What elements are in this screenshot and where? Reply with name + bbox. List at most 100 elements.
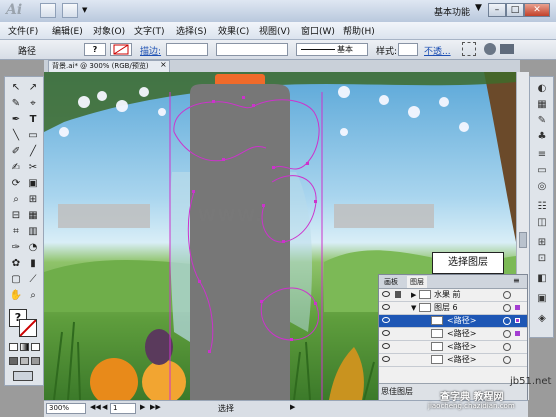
align-panel-icon[interactable]: ⊞: [535, 237, 549, 249]
target-circle-icon[interactable]: [503, 356, 511, 364]
lock-icon[interactable]: [395, 291, 401, 298]
screen-mode-icon[interactable]: [13, 371, 33, 381]
menu-edit[interactable]: 编辑(E): [52, 24, 83, 37]
graphic-style-swatch[interactable]: [398, 43, 418, 56]
visibility-eye-icon[interactable]: [382, 330, 390, 336]
visibility-eye-icon[interactable]: [382, 304, 390, 310]
transform-panel-icon[interactable]: ⊡: [535, 253, 549, 265]
status-menu-arrow-icon[interactable]: ▶: [290, 403, 295, 411]
expand-arrow-icon[interactable]: ▶: [411, 289, 416, 301]
graph-tool-icon[interactable]: ▮: [25, 257, 41, 271]
select-similar-icon[interactable]: [462, 42, 476, 56]
visibility-eye-icon[interactable]: [382, 317, 390, 323]
blend-tool-icon[interactable]: ◔: [25, 241, 41, 255]
panel-menu-icon[interactable]: [500, 44, 514, 54]
slice-tool-icon[interactable]: ⟋: [25, 273, 41, 287]
layer-row[interactable]: <路径>: [379, 328, 527, 341]
draw-normal-icon[interactable]: [9, 357, 18, 365]
lasso-tool-icon[interactable]: ⌖: [25, 97, 41, 111]
pathfinder-panel-icon[interactable]: ◧: [535, 273, 549, 285]
rectangle-tool-icon[interactable]: ▭: [25, 129, 41, 143]
menu-type[interactable]: 文字(T): [134, 24, 165, 37]
layer-row[interactable]: <路径>: [379, 354, 527, 367]
blob-brush-tool-icon[interactable]: ✍: [8, 161, 24, 175]
pen-tool-icon[interactable]: ✒: [8, 113, 24, 127]
target-circle-icon[interactable]: [503, 304, 511, 312]
scale-tool-icon[interactable]: ▣: [25, 177, 41, 191]
next-artboard-button[interactable]: ▶: [140, 403, 145, 411]
type-tool-icon[interactable]: T: [25, 113, 41, 127]
perspective-grid-tool-icon[interactable]: ▦: [25, 209, 41, 223]
panel-menu-icon[interactable]: ≡: [513, 276, 520, 285]
draw-inside-icon[interactable]: [31, 357, 40, 365]
menu-view[interactable]: 视图(V): [259, 24, 290, 37]
artboard-tool-icon[interactable]: ▢: [8, 273, 24, 287]
target-circle-icon[interactable]: [503, 291, 511, 299]
document-tab[interactable]: 背景.ai* @ 300% (RGB/预览): [48, 60, 170, 72]
scroll-thumb[interactable]: [519, 232, 527, 248]
rotate-tool-icon[interactable]: ⟳: [8, 177, 24, 191]
layer-row[interactable]: ▼ 图层 6: [379, 302, 527, 315]
none-mode-icon[interactable]: [31, 343, 40, 351]
eyedropper-tool-icon[interactable]: ✑: [8, 241, 24, 255]
magic-wand-tool-icon[interactable]: ✎: [8, 97, 24, 111]
graphic-styles-panel-icon[interactable]: ◫: [535, 217, 549, 229]
variable-width-profile[interactable]: [216, 43, 288, 56]
maximize-button[interactable]: □: [506, 3, 524, 17]
line-tool-icon[interactable]: ╲: [8, 129, 24, 143]
gear-icon[interactable]: [484, 43, 496, 55]
tab-artboards[interactable]: 画板: [381, 276, 401, 288]
draw-behind-icon[interactable]: [20, 357, 29, 365]
stroke-weight-field[interactable]: [166, 43, 208, 56]
close-tab-icon[interactable]: ×: [160, 60, 167, 69]
artboard-number-field[interactable]: 1: [110, 403, 136, 414]
collapse-arrow-icon[interactable]: ▼: [411, 302, 416, 314]
close-button[interactable]: ✕: [524, 3, 550, 17]
layer-row[interactable]: ▶ 水果 前: [379, 289, 527, 302]
brush-definition[interactable]: 基本: [296, 43, 368, 56]
visibility-eye-icon[interactable]: [382, 356, 390, 362]
stroke-swatch[interactable]: [110, 43, 132, 56]
menu-select[interactable]: 选择(S): [176, 24, 207, 37]
layer-row[interactable]: <路径>: [379, 341, 527, 354]
target-circle-icon[interactable]: [503, 330, 511, 338]
stroke-label[interactable]: 描边:: [140, 44, 161, 57]
tab-layers[interactable]: 图层: [407, 276, 427, 288]
paintbrush-tool-icon[interactable]: ✐: [8, 145, 24, 159]
target-circle-icon[interactable]: [503, 317, 511, 325]
workspace-switcher[interactable]: 基本功能: [434, 5, 470, 18]
stroke-color-box[interactable]: [19, 319, 37, 337]
current-tool-status[interactable]: 选择: [218, 403, 234, 414]
zoom-field[interactable]: 300%: [46, 403, 86, 414]
visibility-eye-icon[interactable]: [382, 343, 390, 349]
opacity-link[interactable]: 不透...: [424, 44, 451, 57]
shape-builder-tool-icon[interactable]: ⊟: [8, 209, 24, 223]
color-mode-icon[interactable]: [9, 343, 18, 351]
symbols-panel-icon[interactable]: ♣: [535, 131, 549, 143]
menu-effect[interactable]: 效果(C): [218, 24, 249, 37]
pencil-tool-icon[interactable]: ╱: [25, 145, 41, 159]
stroke-panel-icon[interactable]: ≡: [535, 149, 549, 161]
menu-window[interactable]: 窗口(W): [301, 24, 335, 37]
first-artboard-button[interactable]: ◀◀: [90, 403, 101, 411]
gradient-mode-icon[interactable]: [20, 343, 29, 351]
target-circle-icon[interactable]: [503, 343, 511, 351]
arrange-dropdown-icon[interactable]: ▼: [82, 6, 87, 14]
hand-tool-icon[interactable]: ✋: [8, 289, 24, 303]
brushes-panel-icon[interactable]: ✎: [535, 115, 549, 127]
color-panel-icon[interactable]: ◐: [535, 83, 549, 95]
previous-artboard-button[interactable]: ◀: [102, 403, 107, 411]
zoom-tool-icon[interactable]: ⌕: [25, 289, 41, 303]
free-transform-tool-icon[interactable]: ⊞: [25, 193, 41, 207]
minimize-button[interactable]: –: [488, 3, 506, 17]
symbol-sprayer-tool-icon[interactable]: ✿: [8, 257, 24, 271]
swatches-panel-icon[interactable]: ▦: [535, 99, 549, 111]
workspace-dropdown-icon[interactable]: ▼: [475, 3, 482, 13]
transparency-panel-icon[interactable]: ◎: [535, 181, 549, 193]
scissors-tool-icon[interactable]: ✂: [25, 161, 41, 175]
artboards-panel-icon[interactable]: ▣: [535, 293, 549, 305]
appearance-panel-icon[interactable]: ☷: [535, 201, 549, 213]
fill-swatch[interactable]: ?: [84, 43, 106, 56]
gradient-tool-icon[interactable]: ▥: [25, 225, 41, 239]
gradient-panel-icon[interactable]: ▭: [535, 165, 549, 177]
